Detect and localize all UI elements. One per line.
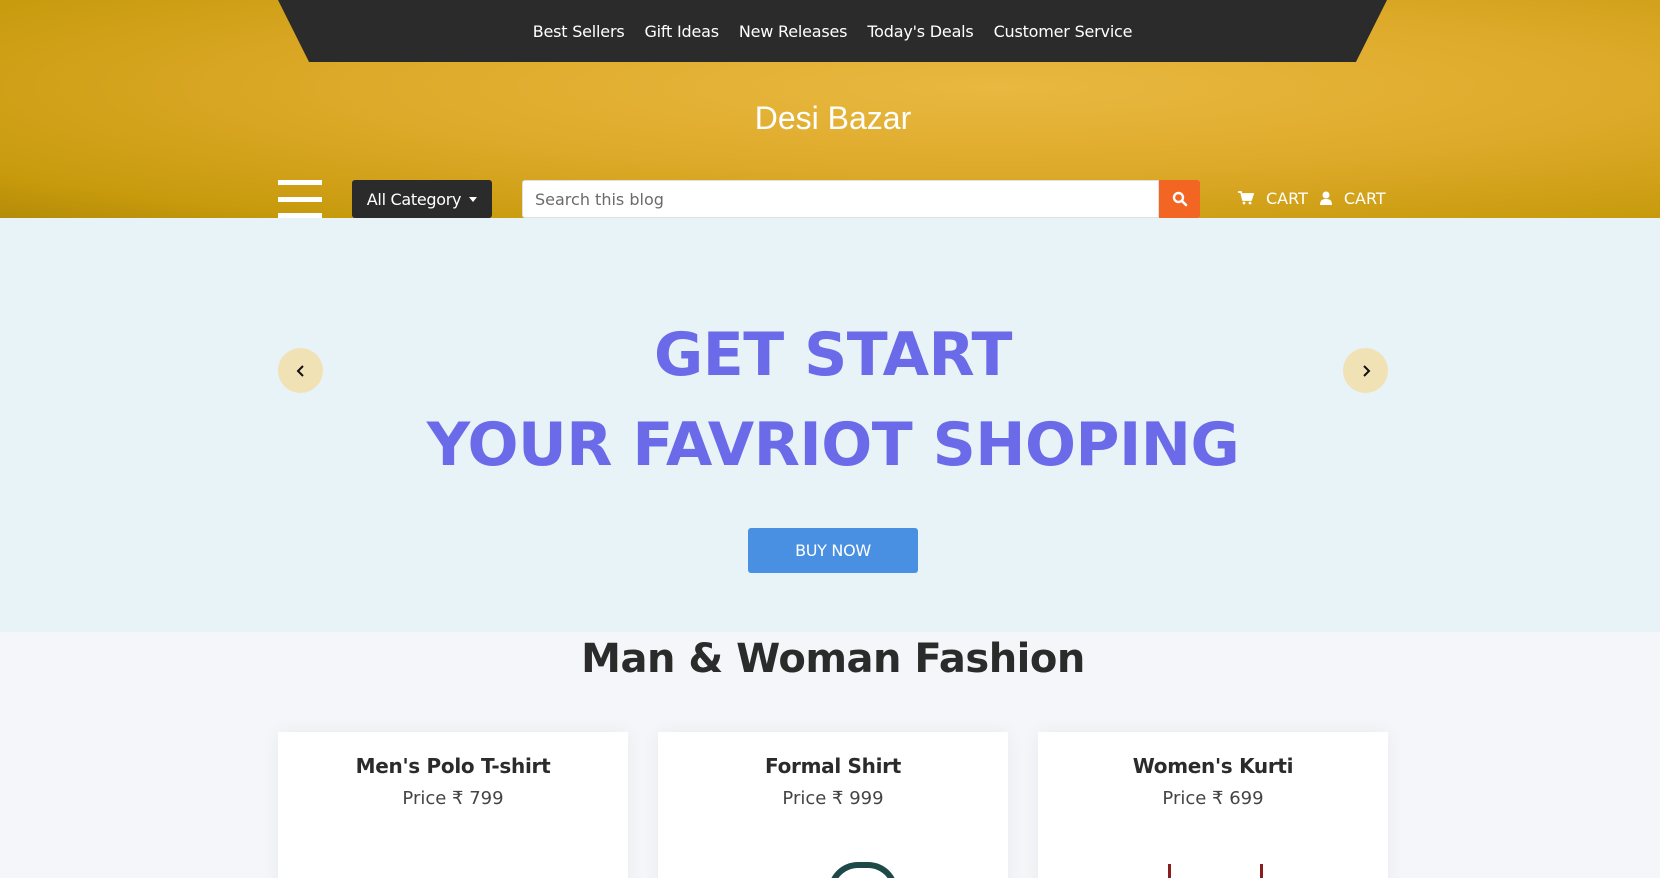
section-title: Man & Woman Fashion [581, 636, 1085, 682]
carousel-next-button[interactable] [1343, 348, 1388, 393]
site-brand[interactable]: Desi Bazar [0, 100, 1660, 137]
site-header: Best Sellers Gift Ideas New Releases Tod… [0, 0, 1660, 218]
cart-label: CART [1266, 188, 1308, 208]
hero-banner: GET START YOUR FAVRIOT SHOPING BUY NOW [0, 218, 1660, 632]
nav-link-best-sellers[interactable]: Best Sellers [533, 22, 625, 41]
hero-heading-line-2: YOUR FAVRIOT SHOPING [426, 410, 1240, 480]
category-dropdown-label: All Category [366, 189, 462, 209]
nav-link-customer-service[interactable]: Customer Service [994, 22, 1133, 41]
product-image [1168, 864, 1171, 878]
product-card[interactable]: Men's Polo T-shirt Price ₹ 799 [278, 732, 628, 878]
nav-link-todays-deals[interactable]: Today's Deals [867, 22, 973, 41]
product-card[interactable]: Formal Shirt Price ₹ 999 [658, 732, 1008, 878]
product-name: Men's Polo T-shirt [355, 754, 551, 778]
product-price: Price ₹ 799 [402, 788, 504, 809]
product-price: Price ₹ 999 [782, 788, 884, 809]
user-icon [1319, 191, 1332, 205]
product-price: Price ₹ 699 [1162, 788, 1264, 809]
chevron-right-icon [1362, 364, 1370, 377]
search-button[interactable] [1159, 180, 1200, 218]
cart-link[interactable]: CART [1238, 189, 1308, 208]
top-navigation: Best Sellers Gift Ideas New Releases Tod… [278, 0, 1387, 62]
hamburger-menu-icon[interactable] [278, 180, 322, 218]
buy-now-button[interactable]: BUY NOW [748, 528, 918, 573]
product-name: Formal Shirt [765, 754, 901, 778]
search-input[interactable] [522, 180, 1159, 218]
product-name: Women's Kurti [1132, 754, 1294, 778]
hero-heading-line-1: GET START [654, 320, 1012, 390]
nav-link-new-releases[interactable]: New Releases [739, 22, 848, 41]
product-image [1260, 864, 1263, 878]
cart-icon [1238, 191, 1254, 205]
product-image [828, 862, 898, 878]
search-icon [1172, 191, 1187, 207]
product-card[interactable]: Women's Kurti Price ₹ 699 [1038, 732, 1388, 878]
nav-link-gift-ideas[interactable]: Gift Ideas [644, 22, 719, 41]
category-dropdown[interactable]: All Category [352, 180, 492, 218]
caret-down-icon [469, 196, 478, 202]
account-link[interactable]: CART [1319, 188, 1386, 208]
header-actions: CART CART [1238, 186, 1386, 210]
account-label: CART [1343, 188, 1386, 208]
